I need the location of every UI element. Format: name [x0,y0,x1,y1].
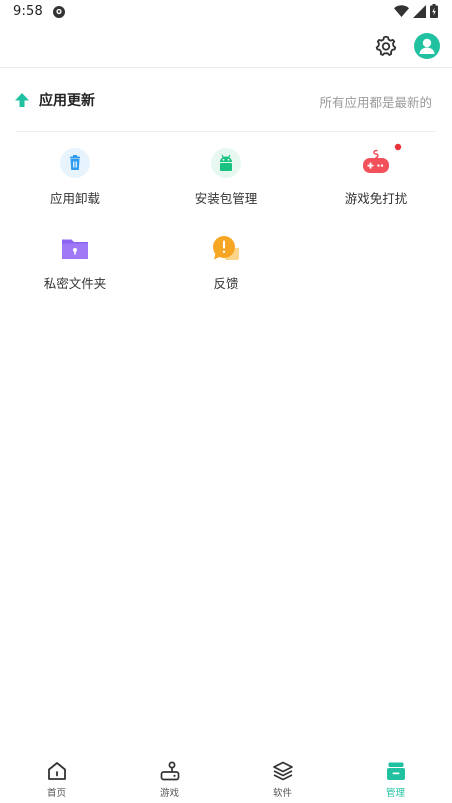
settings-gear-icon[interactable] [374,34,398,58]
avatar-icon[interactable] [414,33,440,59]
signal-icon [413,4,426,18]
tool-package-manager[interactable]: 安装包管理 [161,147,291,221]
up-arrow-icon [15,93,29,107]
feedback-icon [213,236,239,260]
section-divider [16,131,436,132]
layers-icon [272,761,293,781]
nav-games[interactable]: 游戏 [113,750,226,803]
tool-game-dnd[interactable]: 游戏免打扰 [311,143,441,221]
nav-label: 游戏 [159,788,179,799]
lock-folder-icon [62,239,88,259]
nav-home[interactable]: 首页 [0,750,113,803]
tool-feedback[interactable]: 反馈 [161,232,291,306]
joystick-icon [160,761,179,781]
top-bar [0,26,452,68]
nav-label: 软件 [272,788,292,799]
nav-label: 首页 [46,788,66,799]
android-icon [211,148,241,178]
bottom-nav: 首页 游戏 软件 管理 [0,750,452,803]
notification-badge [394,143,402,151]
update-status: 所有应用都是最新的 [319,95,432,110]
notification-icon [53,6,65,18]
tool-label: 游戏免打扰 [344,191,408,206]
status-bar: 9:58 [0,0,452,26]
tool-private-folder[interactable]: 私密文件夹 [10,232,140,306]
update-title: 应用更新 [39,93,95,109]
status-indicators [394,4,438,18]
trash-icon [60,148,90,178]
nav-manage[interactable]: 管理 [339,750,452,803]
status-time: 9:58 [13,4,43,19]
tool-app-uninstall[interactable]: 应用卸载 [10,147,140,221]
nav-software[interactable]: 软件 [226,750,339,803]
home-icon [47,762,66,780]
gamepad-icon [363,149,389,173]
nav-label: 管理 [385,788,405,799]
app-update-row[interactable]: 应用更新 所有应用都是最新的 [0,82,452,118]
tool-label: 安装包管理 [194,191,258,206]
battery-icon [430,4,438,18]
manage-icon [386,762,405,780]
tool-label: 反馈 [213,276,239,291]
tool-label: 私密文件夹 [43,276,107,291]
wifi-icon [394,4,409,17]
tool-label: 应用卸载 [49,191,100,206]
